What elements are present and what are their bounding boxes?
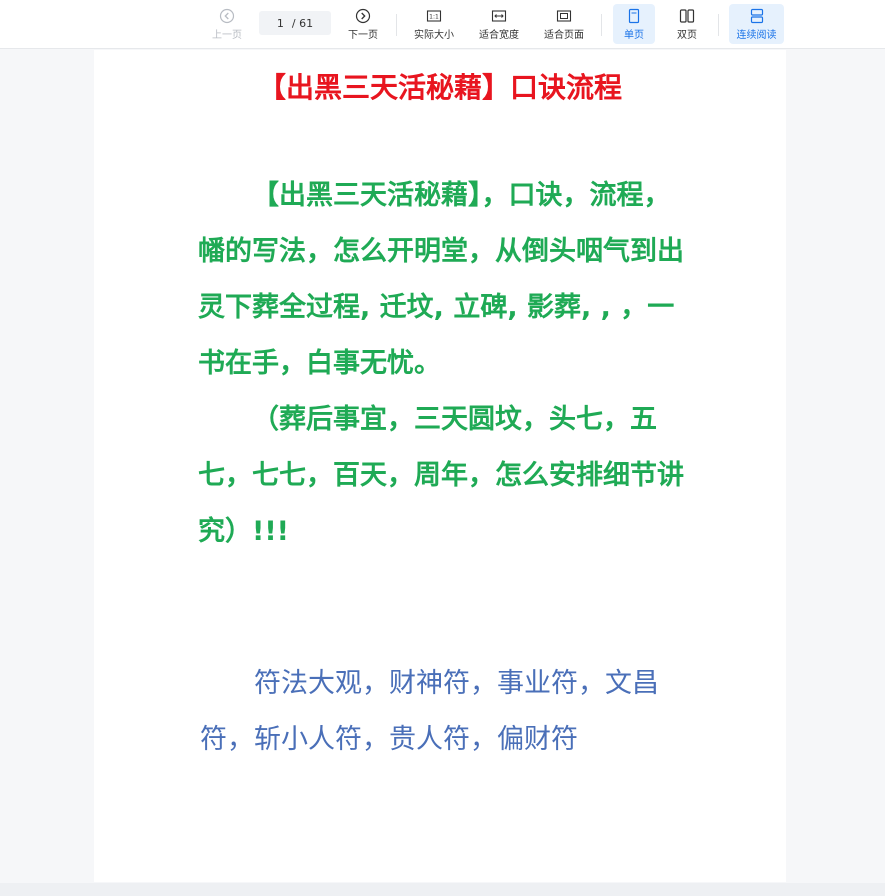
next-page-button[interactable]: 下一页 [341, 4, 385, 44]
fit-width-icon [491, 10, 507, 22]
fit-page-button[interactable]: 适合页面 [538, 4, 590, 44]
bottom-scroll-area [0, 883, 885, 896]
fit-page-icon [556, 10, 572, 22]
green-paragraph: （葬后事宜，三天圆坟，头七，五七，七七，百天，周年，怎么安排细节讲究）!!! [198, 404, 684, 547]
document-page: 【出黑三天活秘藉】口诀流程 【出黑三天活秘藉】，口诀，流程，幡的写法，怎么开明堂… [94, 50, 786, 882]
double-page-button[interactable]: 双页 [666, 4, 708, 44]
single-page-label: 单页 [624, 30, 644, 41]
single-page-button[interactable]: 单页 [613, 4, 655, 44]
single-page-icon [628, 8, 640, 24]
green-text-block: 【出黑三天活秘藉】，口诀，流程，幡的写法，怎么开明堂，从倒头咽气到出灵下葬全过程… [198, 168, 688, 560]
current-page: 1 [276, 16, 284, 30]
continuous-read-button[interactable]: 连续阅读 [729, 4, 784, 44]
prev-page-button[interactable]: 上一页 [205, 4, 249, 44]
fit-width-button[interactable]: 适合宽度 [473, 4, 525, 44]
green-paragraph: 【出黑三天活秘藉】，口诀，流程，幡的写法，怎么开明堂，从倒头咽气到出灵下葬全过程… [198, 180, 684, 379]
actual-size-label: 实际大小 [414, 30, 454, 41]
continuous-read-icon [750, 8, 763, 24]
blue-paragraph: 符法大观，财神符，事业符，文昌符，斩小人符，贵人符，偏财符 [200, 668, 659, 755]
page-number-input[interactable]: 1 / 61 [259, 11, 331, 35]
double-page-label: 双页 [677, 30, 697, 41]
chevron-right-circle-icon [355, 8, 371, 24]
svg-text:1:1: 1:1 [429, 14, 439, 21]
actual-size-button[interactable]: 1:1 实际大小 [408, 4, 460, 44]
fit-page-label: 适合页面 [544, 30, 584, 41]
blue-text-block: 符法大观，财神符，事业符，文昌符，斩小人符，贵人符，偏财符 [200, 656, 690, 768]
continuous-read-label: 连续阅读 [736, 30, 777, 41]
toolbar-divider [718, 14, 719, 36]
toolbar-divider [601, 14, 602, 36]
next-page-label: 下一页 [348, 30, 378, 41]
toolbar-divider [396, 14, 397, 36]
chevron-left-circle-icon [219, 8, 235, 24]
total-pages: / 61 [291, 16, 314, 30]
actual-size-icon: 1:1 [426, 10, 442, 22]
double-page-icon [679, 9, 695, 23]
fit-width-label: 适合宽度 [479, 30, 519, 41]
prev-page-label: 上一页 [212, 30, 242, 41]
document-title: 【出黑三天活秘藉】口诀流程 [257, 71, 622, 104]
viewer-toolbar: 上一页 1 / 61 下一页 1:1 实际大小 适合宽度 适合页面 单页 双页 … [0, 0, 885, 49]
